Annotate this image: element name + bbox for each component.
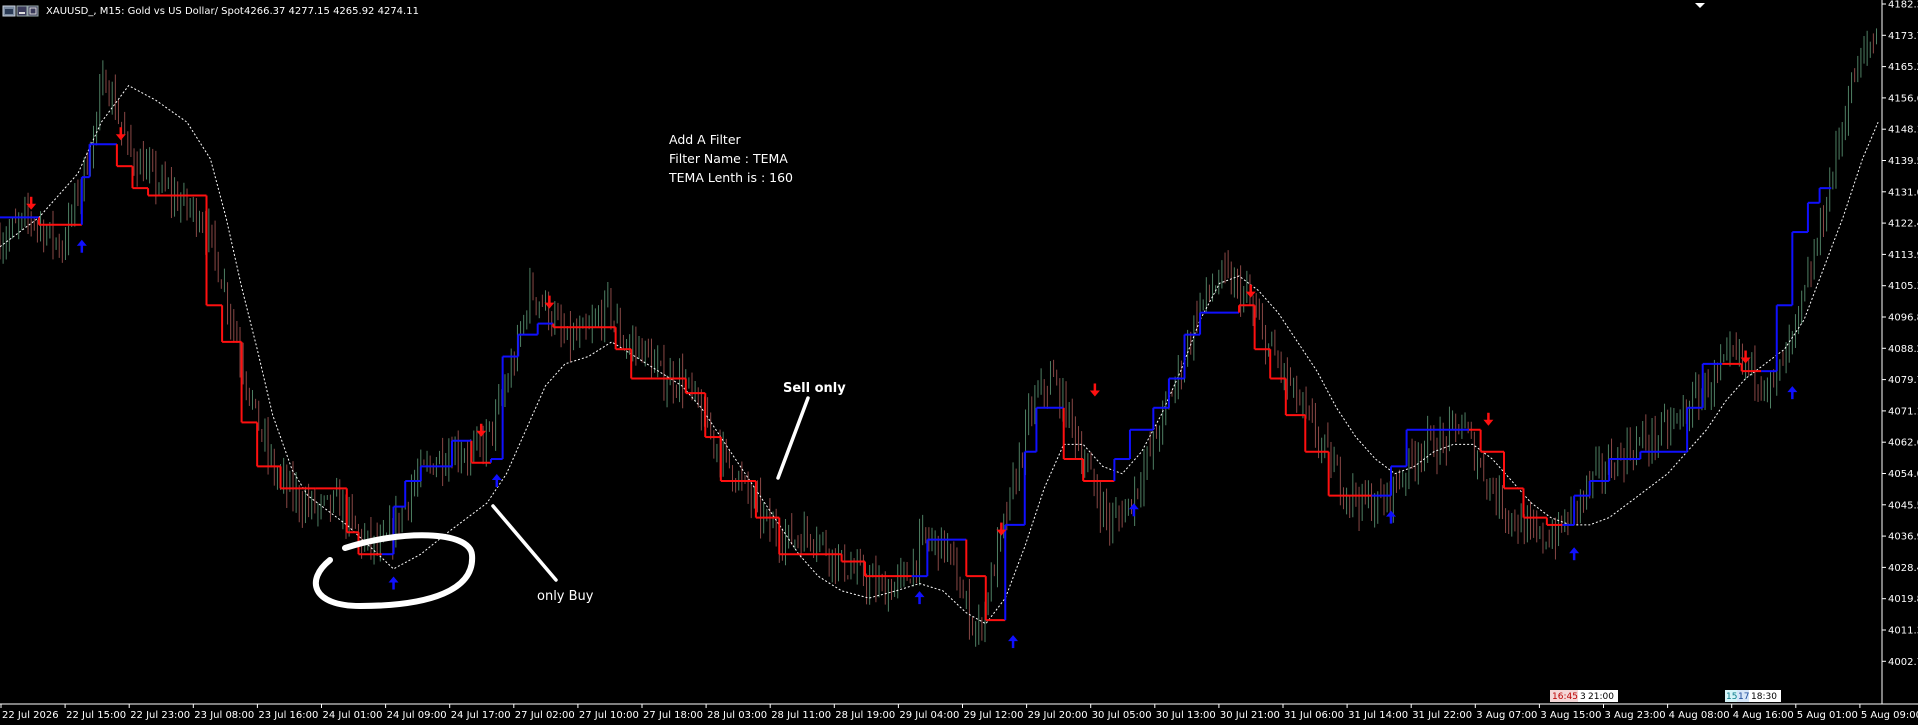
time-marker-right: 21:00 xyxy=(1588,692,1614,702)
candlestick-series xyxy=(0,28,1877,647)
filter-note-line: TEMA Lenth is : 160 xyxy=(668,170,793,185)
price-axis[interactable]: 4182.30 4173.75 4165.20 4156.65 4148.10 4139.… xyxy=(1882,0,1918,668)
y-tick-label: 4088.25 xyxy=(1888,344,1918,355)
sell-arrow-icon xyxy=(476,423,487,437)
y-tick-label: 4002.75 xyxy=(1888,657,1918,668)
x-tick-label: 27 Jul 10:00 xyxy=(579,710,639,721)
price-chart[interactable]: XAUUSD_, M15: Gold vs US Dollar/ Spot 42… xyxy=(0,0,1918,725)
buy-arrow-icon xyxy=(1128,503,1139,517)
chart-window-icon[interactable] xyxy=(2,5,16,17)
buy-arrow-icon xyxy=(491,473,502,487)
time-marker-mid: 3 xyxy=(1580,692,1586,702)
x-tick-label: 27 Jul 02:00 xyxy=(515,710,575,721)
y-tick-label: 4105.35 xyxy=(1888,281,1918,292)
x-tick-label: 5 Aug 09:00 xyxy=(1861,710,1918,721)
buy-arrow-icon xyxy=(1787,386,1798,400)
y-tick-label: 4165.20 xyxy=(1888,62,1918,73)
x-tick-label: 22 Jul 15:00 xyxy=(66,710,126,721)
scroll-marker-icon[interactable] xyxy=(1695,3,1705,8)
tema-filter-line xyxy=(0,84,1879,625)
time-marker-red: 16:45 xyxy=(1552,692,1578,702)
x-tick-label: 22 Jul 2026 xyxy=(2,710,59,721)
x-tick-label: 5 Aug 01:00 xyxy=(1797,710,1858,721)
x-tick-label: 24 Jul 01:00 xyxy=(323,710,383,721)
y-tick-label: 4173.75 xyxy=(1888,31,1918,42)
buy-arrow-icon xyxy=(76,239,87,253)
y-tick-label: 4045.50 xyxy=(1888,500,1918,511)
time-axis[interactable]: 22 Jul 2026 22 Jul 15:00 22 Jul 23:00 23 Ju… xyxy=(0,704,1918,721)
signal-arrows xyxy=(26,127,1798,649)
y-tick-label: 4019.85 xyxy=(1888,594,1918,605)
x-tick-label: 27 Jul 18:00 xyxy=(643,710,703,721)
x-tick-label: 30 Jul 05:00 xyxy=(1092,710,1152,721)
y-tick-label: 4131.00 xyxy=(1888,187,1918,198)
y-tick-label: 4071.15 xyxy=(1888,406,1918,417)
restore-icon[interactable] xyxy=(27,5,39,17)
x-tick-label: 23 Jul 16:00 xyxy=(258,710,318,721)
x-tick-label: 24 Jul 09:00 xyxy=(387,710,447,721)
ohlc-values: 4266.37 4277.15 4265.92 4274.11 xyxy=(244,6,419,17)
x-tick-label: 22 Jul 23:00 xyxy=(130,710,190,721)
sell-only-pointer xyxy=(776,396,810,480)
y-tick-label: 4113.90 xyxy=(1888,250,1918,261)
x-tick-label: 28 Jul 19:00 xyxy=(835,710,895,721)
minimize-icon[interactable] xyxy=(16,5,28,17)
signal-step-line xyxy=(0,143,1832,622)
x-tick-label: 29 Jul 04:00 xyxy=(899,710,959,721)
time-marker-cyan: 15 xyxy=(1726,692,1737,702)
y-tick-label: 4028.40 xyxy=(1888,563,1918,574)
x-tick-label: 3 Aug 07:00 xyxy=(1476,710,1537,721)
sell-only-label: Sell only xyxy=(783,381,846,396)
only-buy-pointer xyxy=(491,504,558,582)
y-tick-label: 4054.05 xyxy=(1888,469,1918,480)
x-tick-label: 31 Jul 14:00 xyxy=(1348,710,1408,721)
x-tick-label: 3 Aug 15:00 xyxy=(1540,710,1601,721)
filter-note-line: Filter Name : TEMA xyxy=(669,151,788,166)
buy-arrow-icon xyxy=(1008,635,1019,649)
x-tick-label: 29 Jul 12:00 xyxy=(964,710,1024,721)
time-marker-mid: 17 xyxy=(1738,692,1749,702)
x-tick-label: 23 Jul 08:00 xyxy=(194,710,254,721)
y-tick-label: 4096.80 xyxy=(1888,312,1918,323)
time-marker-right: 15 17 18:30 xyxy=(1725,690,1781,702)
x-tick-label: 31 Jul 06:00 xyxy=(1284,710,1344,721)
x-tick-label: 31 Jul 22:00 xyxy=(1412,710,1472,721)
x-tick-label: 28 Jul 11:00 xyxy=(771,710,831,721)
sell-arrow-icon xyxy=(1089,383,1100,397)
time-marker-left: 16:45 3 21:00 xyxy=(1550,690,1618,702)
x-tick-label: 28 Jul 03:00 xyxy=(707,710,767,721)
y-tick-label: 4122.45 xyxy=(1888,219,1918,230)
filter-note-line: Add A Filter xyxy=(669,132,742,147)
y-tick-label: 4062.60 xyxy=(1888,438,1918,449)
buy-arrow-icon xyxy=(1386,510,1397,524)
y-tick-label: 4139.55 xyxy=(1888,156,1918,167)
y-tick-label: 4036.95 xyxy=(1888,532,1918,543)
only-buy-label: only Buy xyxy=(537,589,594,604)
x-tick-label: 30 Jul 21:00 xyxy=(1220,710,1280,721)
y-tick-label: 4148.10 xyxy=(1888,125,1918,136)
sell-arrow-icon xyxy=(1483,412,1494,426)
buy-arrow-icon xyxy=(914,591,925,605)
x-tick-label: 24 Jul 17:00 xyxy=(451,710,511,721)
x-tick-label: 29 Jul 20:00 xyxy=(1028,710,1088,721)
y-tick-label: 4156.65 xyxy=(1888,93,1918,104)
tema-line xyxy=(0,84,1879,625)
y-tick-label: 4182.30 xyxy=(1888,0,1918,11)
y-tick-label: 4079.70 xyxy=(1888,375,1918,386)
chart-header: XAUUSD_, M15: Gold vs US Dollar/ Spot 42… xyxy=(2,3,1705,17)
x-tick-label: 4 Aug 08:00 xyxy=(1669,710,1730,721)
x-tick-label: 4 Aug 16:00 xyxy=(1733,710,1794,721)
symbol-label: XAUUSD_, M15: Gold vs US Dollar/ Spot xyxy=(46,6,244,17)
x-tick-label: 30 Jul 13:00 xyxy=(1156,710,1216,721)
x-tick-label: 3 Aug 23:00 xyxy=(1605,710,1666,721)
filter-note: Add A Filter Filter Name : TEMA TEMA Len… xyxy=(668,132,793,185)
time-marker-right-label: 18:30 xyxy=(1751,692,1777,702)
y-tick-label: 4011.30 xyxy=(1888,625,1918,636)
buy-arrow-icon xyxy=(388,576,399,590)
buy-arrow-icon xyxy=(1569,547,1580,561)
